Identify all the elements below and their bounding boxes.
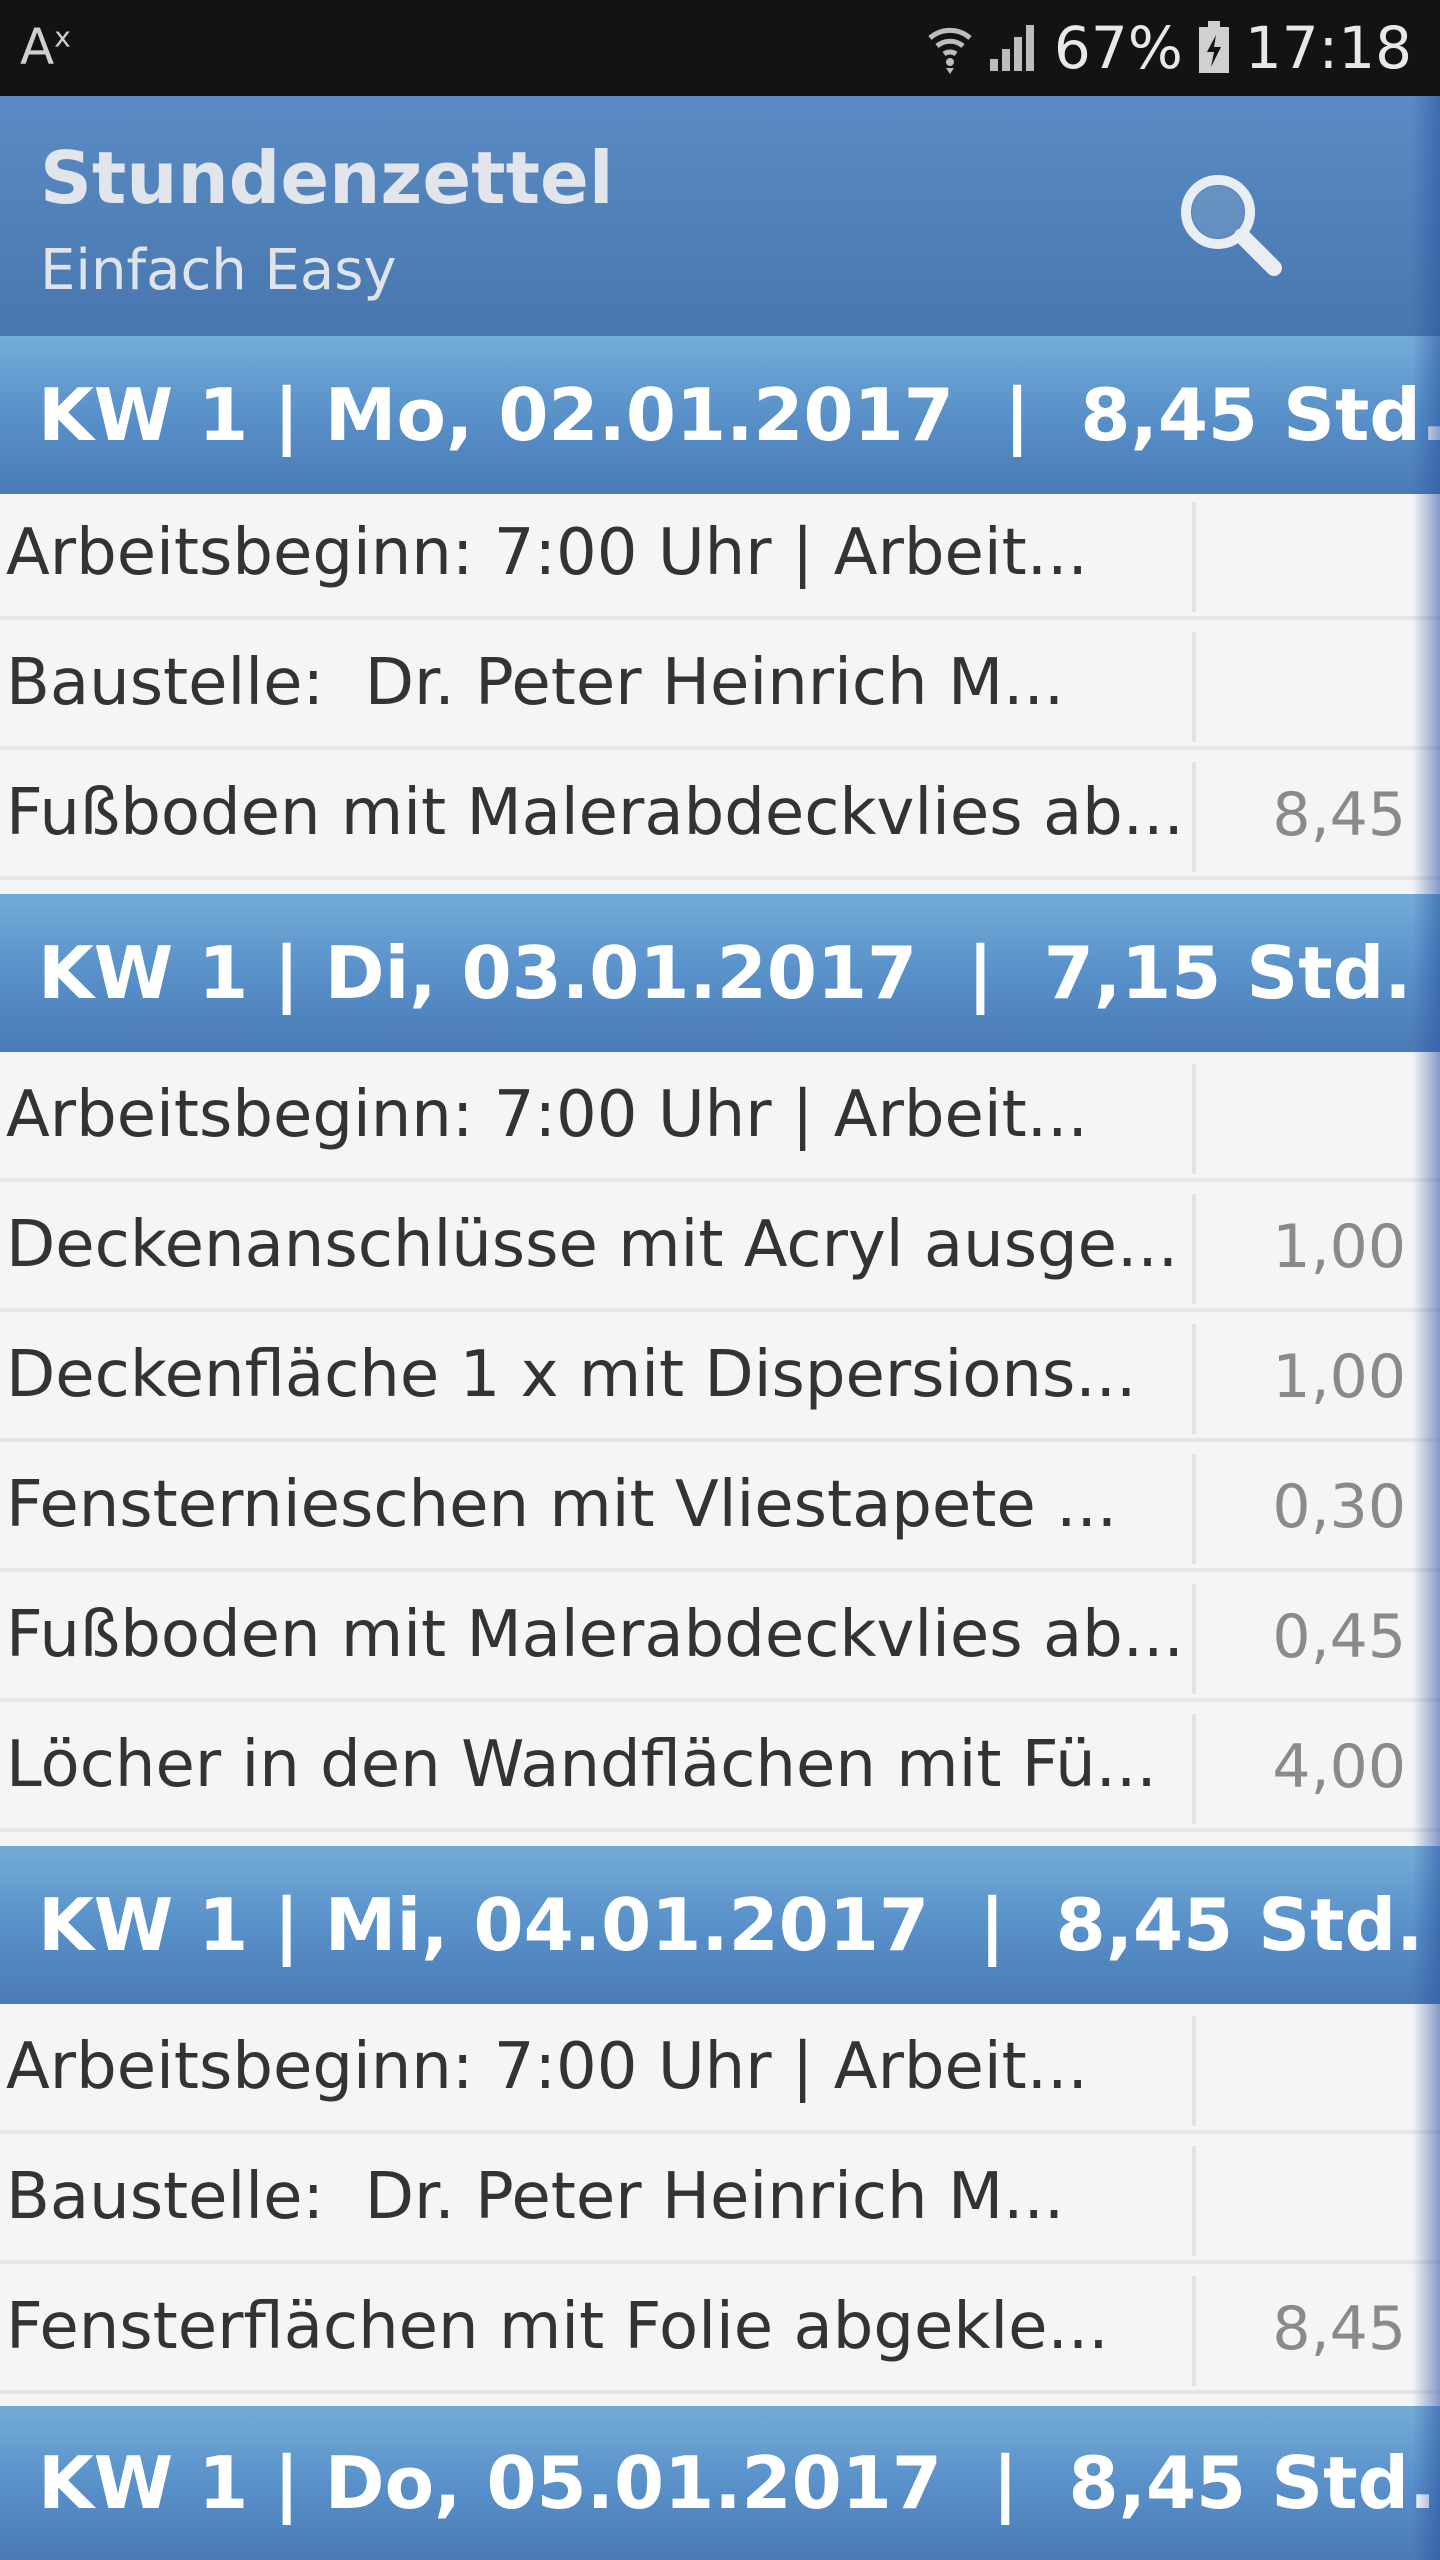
day-header[interactable]: KW 1 | Di, 03.01.2017 | 7,15 Std. — [0, 894, 1440, 1052]
search-icon — [1181, 175, 1282, 276]
column-divider — [1192, 632, 1196, 742]
entry-text: Fensterflächen mit Folie abgekle... — [6, 2290, 1109, 2364]
entry-text: Fußboden mit Malerabdeckvlies ab... — [6, 776, 1184, 850]
signal-icon — [988, 23, 1040, 73]
status-left-label: A — [20, 18, 55, 76]
list-item[interactable]: Fensterflächen mit Folie abgekle... 8,45 — [0, 2268, 1440, 2394]
status-left-sup: x — [54, 20, 71, 54]
entry-hours: 1,00 — [1272, 1212, 1406, 1282]
day-header[interactable]: KW 1 | Mi, 04.01.2017 | 8,45 Std. — [0, 1846, 1440, 2004]
list-item[interactable]: Deckenfläche 1 x mit Dispersions... 1,00 — [0, 1316, 1440, 1442]
entry-text: Deckenfläche 1 x mit Dispersions... — [6, 1338, 1137, 1412]
accessibility-indicator: Ax — [20, 18, 71, 76]
status-bar: Ax 67% 17:18 — [0, 0, 1440, 96]
list-item[interactable]: Arbeitsbeginn: 7:00 Uhr | Arbeit... — [0, 2008, 1440, 2134]
battery-percent: 67% — [1053, 14, 1183, 82]
list-item[interactable]: Fußboden mit Malerabdeckvlies ab... 0,45 — [0, 1576, 1440, 1702]
column-divider — [1192, 762, 1196, 872]
list-item[interactable]: Fensternieschen mit Vliestapete ... 0,30 — [0, 1446, 1440, 1572]
app-subtitle: Einfach Easy — [40, 238, 397, 303]
entry-hours: 4,00 — [1272, 1732, 1406, 1802]
column-divider — [1192, 1064, 1196, 1174]
search-button[interactable] — [1170, 164, 1290, 284]
day-header[interactable]: KW 1 | Do, 05.01.2017 | 8,45 Std. — [0, 2406, 1440, 2560]
column-divider — [1192, 2146, 1196, 2256]
column-divider — [1192, 1454, 1196, 1564]
column-divider — [1192, 1324, 1196, 1434]
entry-hours: 0,30 — [1272, 1472, 1406, 1542]
list-item[interactable]: Arbeitsbeginn: 7:00 Uhr | Arbeit... — [0, 1056, 1440, 1182]
list-item[interactable]: Deckenanschlüsse mit Acryl ausge... 1,00 — [0, 1186, 1440, 1312]
column-divider — [1192, 2276, 1196, 2386]
column-divider — [1192, 1714, 1196, 1824]
list-item[interactable]: Fußboden mit Malerabdeckvlies ab... 8,45 — [0, 754, 1440, 880]
status-right: 67% 17:18 — [926, 14, 1412, 82]
clock: 17:18 — [1244, 14, 1412, 82]
app-title: Stundenzettel — [40, 136, 614, 220]
column-divider — [1192, 502, 1196, 612]
entry-text: Arbeitsbeginn: 7:00 Uhr | Arbeit... — [6, 1078, 1088, 1152]
entry-text: Baustelle: Dr. Peter Heinrich M... — [6, 2160, 1065, 2234]
list-item[interactable]: Arbeitsbeginn: 7:00 Uhr | Arbeit... — [0, 494, 1440, 620]
wifi-icon — [926, 22, 974, 74]
column-divider — [1192, 1194, 1196, 1304]
column-divider — [1192, 1584, 1196, 1694]
entry-text: Löcher in den Wandflächen mit Fü... — [6, 1728, 1157, 1802]
list-item[interactable]: Löcher in den Wandflächen mit Fü... 4,00 — [0, 1706, 1440, 1832]
entry-text: Deckenanschlüsse mit Acryl ausge... — [6, 1208, 1179, 1282]
entry-hours: 0,45 — [1272, 1602, 1406, 1672]
entry-hours: 1,00 — [1272, 1342, 1406, 1412]
entry-text: Fensternieschen mit Vliestapete ... — [6, 1468, 1118, 1542]
entry-text: Arbeitsbeginn: 7:00 Uhr | Arbeit... — [6, 516, 1088, 590]
day-header[interactable]: KW 1 | Mo, 02.01.2017 | 8,45 Std. — [0, 336, 1440, 494]
entry-hours: 8,45 — [1272, 2294, 1406, 2364]
entry-text: Baustelle: Dr. Peter Heinrich M... — [6, 646, 1065, 720]
entry-hours: 8,45 — [1272, 780, 1406, 850]
app-bar: Stundenzettel Einfach Easy — [0, 96, 1440, 336]
column-divider — [1192, 2016, 1196, 2126]
entry-text: Fußboden mit Malerabdeckvlies ab... — [6, 1598, 1184, 1672]
list-item[interactable]: Baustelle: Dr. Peter Heinrich M... — [0, 624, 1440, 750]
list-item[interactable]: Baustelle: Dr. Peter Heinrich M... — [0, 2138, 1440, 2264]
battery-icon — [1197, 21, 1231, 75]
entry-text: Arbeitsbeginn: 7:00 Uhr | Arbeit... — [6, 2030, 1088, 2104]
